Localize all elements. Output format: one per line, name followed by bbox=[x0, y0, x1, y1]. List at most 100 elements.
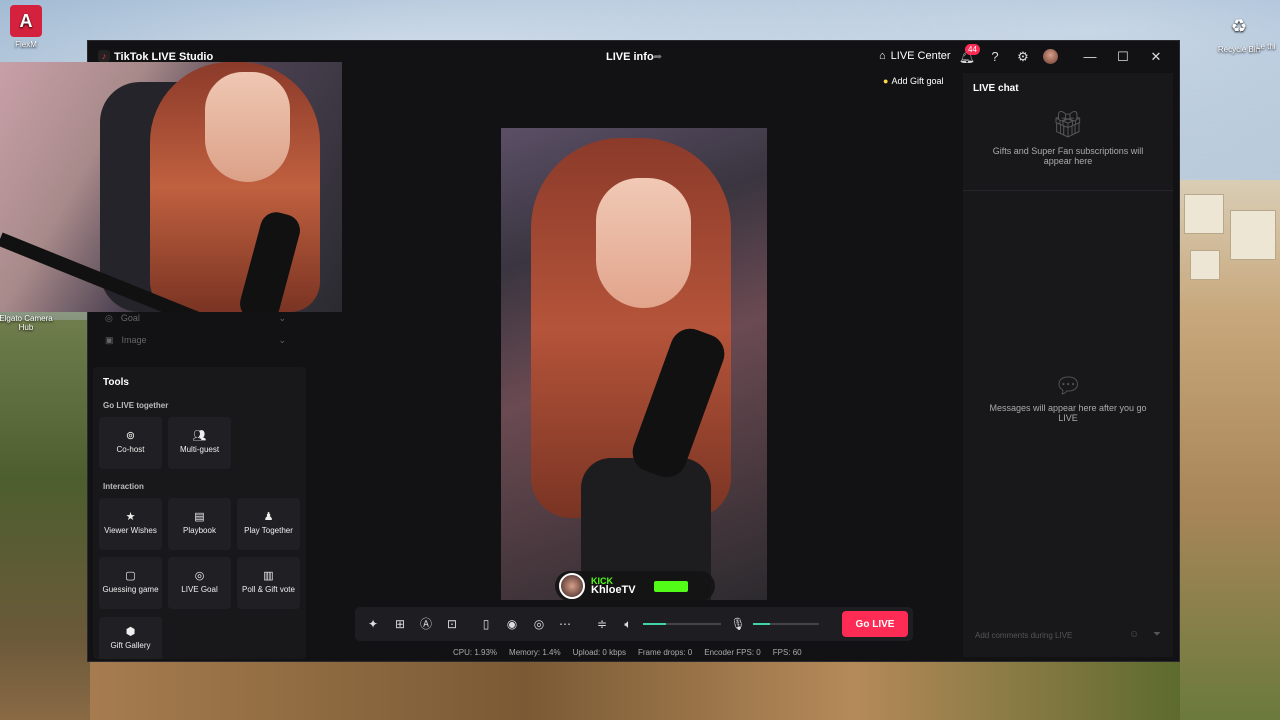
chevron-down-icon: ⌄ bbox=[278, 312, 286, 323]
co-host-button[interactable]: ⊚ Co-host bbox=[99, 417, 162, 469]
tool-label: LIVE Goal bbox=[181, 585, 218, 594]
desktop-icon-flexm[interactable]: A FlexM bbox=[0, 5, 56, 49]
frame-drops-stat: Frame drops: 0 bbox=[637, 648, 693, 657]
live-center-label: LIVE Center bbox=[890, 50, 951, 62]
stream-preview bbox=[501, 128, 767, 600]
kick-channel-name: KhloeTV bbox=[591, 584, 636, 596]
tools-panel: Tools Go LIVE together ⊚ Co-host 👥︎ Mult… bbox=[93, 367, 306, 659]
volume-slider-fill bbox=[643, 623, 667, 625]
cpu-stat: CPU: 1.93% bbox=[453, 648, 498, 657]
desktop-hills bbox=[0, 320, 90, 720]
tool-label: Viewer Wishes bbox=[104, 526, 157, 535]
close-icon[interactable]: ✕ bbox=[1147, 48, 1165, 66]
image-row[interactable]: ▣ Image ⌄ bbox=[93, 329, 306, 351]
microphone-icon[interactable]: 🎙︎ bbox=[729, 615, 747, 633]
playbook-button[interactable]: ▤ Playbook bbox=[168, 498, 231, 550]
streamer-avatar bbox=[559, 573, 585, 599]
desktop-town bbox=[1180, 180, 1280, 720]
add-gift-goal-button[interactable]: ● Add Gift goal bbox=[883, 76, 943, 86]
wishes-icon: ★ bbox=[125, 511, 136, 523]
lightbulb-icon: ● bbox=[883, 76, 889, 86]
performance-stats: CPU: 1.93% Memory: 1.4% Upload: 0 kbps F… bbox=[453, 648, 802, 657]
poll-icon: ▥ bbox=[263, 570, 274, 582]
volume-slider[interactable] bbox=[643, 623, 721, 625]
kick-status-pill bbox=[653, 580, 688, 592]
tool-label: Gift Gallery bbox=[110, 641, 151, 650]
left-panel-list: ◎ Goal ⌄ ▣ Image ⌄ bbox=[93, 307, 306, 357]
desktop-icon-label: Le thi bbox=[1256, 42, 1276, 51]
tool-label: Poll & Gift vote bbox=[242, 585, 295, 594]
settings-gear-icon[interactable]: ⚙ bbox=[1014, 48, 1032, 66]
play-together-button[interactable]: ♟ Play Together bbox=[237, 498, 300, 550]
flexm-icon: A bbox=[10, 5, 42, 37]
tiktok-logo-icon: ♪ bbox=[98, 50, 110, 62]
live-chat-panel: LIVE chat 🎁︎ Gifts and Super Fan subscri… bbox=[963, 73, 1173, 657]
magic-wand-icon[interactable]: ✦ bbox=[364, 615, 382, 633]
goal-icon: ◎ bbox=[105, 312, 113, 323]
desktop-icon-elgato[interactable]: Elgato Camera Hub bbox=[0, 314, 56, 332]
gift-gallery-button[interactable]: ⬢ Gift Gallery bbox=[99, 617, 162, 659]
desktop-icon-le[interactable]: Le thi bbox=[1256, 42, 1280, 51]
memory-stat: Memory: 1.4% bbox=[509, 648, 561, 657]
kick-overlay: KICK KhloeTV bbox=[555, 571, 715, 601]
speaker-icon[interactable]: 🔈︎ bbox=[619, 615, 637, 633]
desktop-icon-label: Elgato Camera Hub bbox=[0, 314, 53, 332]
guessing-game-button[interactable]: ▢ Guessing game bbox=[99, 557, 162, 609]
kick-brand-text: KICK KhloeTV bbox=[591, 576, 636, 596]
effects-icon[interactable]: Ⓐ bbox=[417, 615, 435, 633]
tools-title: Tools bbox=[103, 377, 129, 388]
upload-stat: Upload: 0 kbps bbox=[572, 648, 626, 657]
interaction-heading: Interaction bbox=[103, 482, 144, 491]
go-live-button[interactable]: Go LIVE bbox=[842, 611, 908, 637]
go-live-together-heading: Go LIVE together bbox=[103, 401, 169, 410]
add-source-icon[interactable]: ⊞ bbox=[391, 615, 409, 633]
more-icon[interactable]: ⋯ bbox=[556, 615, 574, 633]
people-icon: 👥︎ bbox=[192, 430, 207, 442]
camera-icon[interactable]: ◎ bbox=[530, 615, 548, 633]
filter-icon[interactable]: ⏷ bbox=[1153, 629, 1161, 640]
desktop-cliff bbox=[90, 662, 1180, 720]
record-icon[interactable]: ◉ bbox=[503, 615, 521, 633]
help-icon[interactable]: ? bbox=[986, 48, 1004, 66]
live-info-title[interactable]: LIVE info bbox=[606, 51, 654, 63]
emoji-icon[interactable]: ☺ bbox=[1129, 629, 1139, 640]
minimize-icon[interactable]: — bbox=[1081, 48, 1099, 66]
share-arrow-icon[interactable]: ➦ bbox=[653, 50, 662, 63]
webcam-overlay bbox=[0, 62, 342, 312]
tool-label: Playbook bbox=[183, 526, 216, 535]
tool-label: Co-host bbox=[116, 445, 145, 454]
guess-icon: ▢ bbox=[125, 570, 136, 582]
mic-level-fill bbox=[753, 623, 770, 625]
recycle-bin-icon: ♻ bbox=[1230, 15, 1248, 36]
gifts-placeholder-text: Gifts and Super Fan subscriptions will a… bbox=[992, 146, 1144, 166]
home-icon: ⌂ bbox=[879, 50, 886, 62]
goal-label: Goal bbox=[120, 313, 140, 323]
encoder-fps-stat: Encoder FPS: 0 bbox=[704, 648, 761, 657]
messages-section: 💬︎ Messages will appear here after you g… bbox=[963, 373, 1173, 423]
book-icon: ▤ bbox=[194, 511, 205, 523]
adjustments-icon[interactable]: ≑ bbox=[593, 615, 611, 633]
portrait-mode-icon[interactable]: ▯ bbox=[477, 615, 495, 633]
viewer-wishes-button[interactable]: ★ Viewer Wishes bbox=[99, 498, 162, 550]
chat-comment-input[interactable]: Add comments during LIVE bbox=[969, 625, 1144, 647]
gifts-section: 🎁︎ Gifts and Super Fan subscriptions wil… bbox=[963, 103, 1173, 191]
messages-placeholder-text: Messages will appear here after you go L… bbox=[989, 403, 1147, 423]
fps-stat: FPS: 60 bbox=[772, 648, 802, 657]
live-goal-button[interactable]: ◎ LIVE Goal bbox=[168, 557, 231, 609]
control-bar: ✦ ⊞ Ⓐ ⊡ ▯ ◉ ◎ ⋯ ≑ 🔈︎ 🎙︎ Go LIVE bbox=[355, 607, 913, 641]
gift-gallery-icon: ⬢ bbox=[125, 626, 136, 638]
image-label: Image bbox=[121, 335, 147, 345]
tool-label: Play Together bbox=[244, 526, 293, 535]
profile-avatar[interactable] bbox=[1043, 49, 1058, 64]
maximize-icon[interactable]: ☐ bbox=[1114, 48, 1132, 66]
multi-guest-button[interactable]: 👥︎ Multi-guest bbox=[168, 417, 231, 469]
poll-gift-vote-button[interactable]: ▥ Poll & Gift vote bbox=[237, 557, 300, 609]
layout-icon[interactable]: ⊡ bbox=[443, 615, 461, 633]
tool-label: Guessing game bbox=[102, 585, 159, 594]
chat-bubble-icon: 💬︎ bbox=[1054, 373, 1082, 398]
live-center-button[interactable]: ⌂ LIVE Center bbox=[879, 50, 951, 62]
mic-level-slider[interactable] bbox=[753, 623, 819, 625]
gift-box-icon: 🎁︎ bbox=[1051, 109, 1085, 139]
desktop-icon-label: FlexM bbox=[15, 40, 37, 49]
chevron-down-icon: ⌄ bbox=[278, 334, 286, 345]
